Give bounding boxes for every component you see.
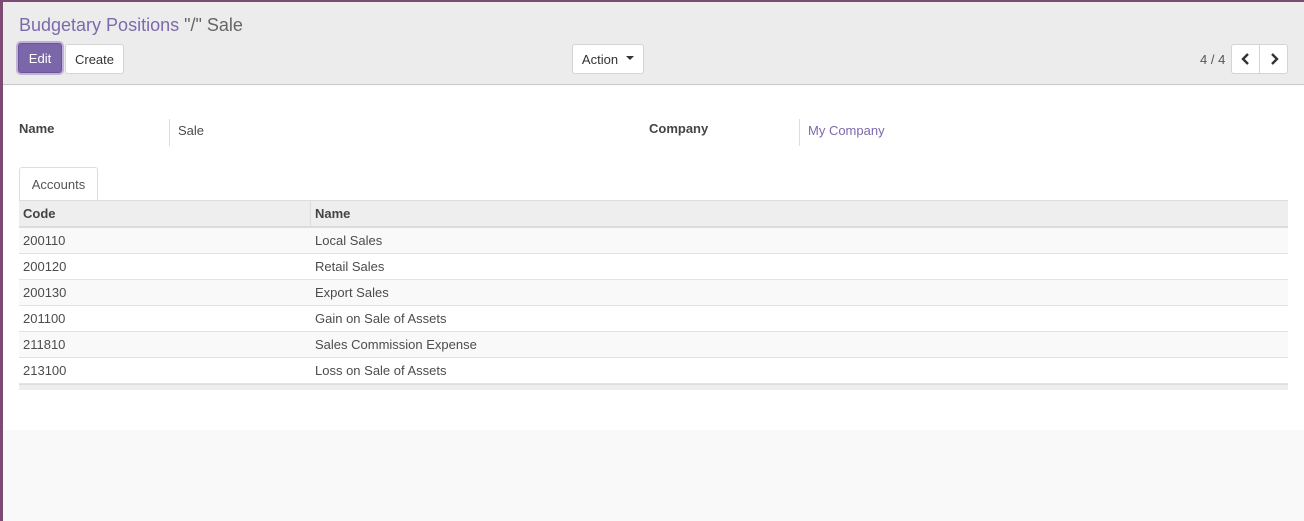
cell-name: Sales Commission Expense	[315, 337, 477, 352]
breadcrumb-parent-link[interactable]: Budgetary Positions	[19, 15, 179, 35]
caret-down-icon	[626, 55, 635, 60]
breadcrumb-current: Sale	[206, 15, 243, 35]
table-row[interactable]: 200120 Retail Sales	[19, 254, 1288, 280]
column-header-code[interactable]: Code	[19, 201, 311, 226]
action-dropdown-button[interactable]: Action	[572, 44, 644, 74]
table-row[interactable]: 211810 Sales Commission Expense	[19, 332, 1288, 358]
field-divider	[169, 119, 170, 146]
column-header-name[interactable]: Name	[311, 201, 1288, 226]
form-sheet: Name Sale Company My Company Accounts Co…	[3, 86, 1304, 430]
action-label: Action	[581, 51, 619, 67]
cell-name: Loss on Sale of Assets	[315, 363, 447, 378]
breadcrumb: Budgetary Positions "/" Sale	[19, 15, 243, 36]
name-field-value: Sale	[178, 123, 205, 138]
pager-previous-button[interactable]	[1231, 44, 1260, 74]
company-field-label: Company	[649, 121, 709, 136]
cell-code: 200130	[23, 285, 67, 300]
cell-name: Export Sales	[315, 285, 389, 300]
cell-code: 213100	[23, 363, 67, 378]
edit-button[interactable]: Edit	[18, 43, 62, 73]
create-button[interactable]: Create	[65, 44, 124, 74]
table-row[interactable]: 201100 Gain on Sale of Assets	[19, 306, 1288, 332]
chevron-right-icon	[1270, 53, 1279, 65]
pager-value[interactable]: 4 / 4	[1200, 52, 1225, 67]
name-field-label: Name	[19, 121, 55, 136]
company-field-link[interactable]: My Company	[808, 123, 885, 138]
cell-name: Retail Sales	[315, 259, 385, 274]
cell-name: Gain on Sale of Assets	[315, 311, 447, 326]
control-panel: Budgetary Positions "/" Sale Edit Create…	[3, 2, 1304, 85]
chevron-left-icon	[1240, 53, 1249, 65]
breadcrumb-separator: "/"	[184, 15, 202, 35]
cell-code: 201100	[23, 311, 66, 326]
cell-code: 211810	[23, 337, 66, 352]
cell-name: Local Sales	[315, 233, 383, 248]
tab-accounts[interactable]: Accounts	[19, 167, 98, 200]
table-row[interactable]: 200110 Local Sales	[19, 228, 1288, 254]
table-header: Code Name	[19, 200, 1288, 228]
field-divider	[799, 119, 800, 146]
table-row[interactable]: 213100 Loss on Sale of Assets	[19, 358, 1288, 384]
table-row[interactable]: 200130 Export Sales	[19, 280, 1288, 306]
cell-code: 200110	[23, 233, 66, 248]
table-footer	[19, 384, 1288, 390]
pager-next-button[interactable]	[1259, 44, 1288, 74]
accounts-table: Code Name 200110 Local Sales 200120 Reta…	[19, 200, 1288, 390]
cell-code: 200120	[23, 259, 67, 274]
